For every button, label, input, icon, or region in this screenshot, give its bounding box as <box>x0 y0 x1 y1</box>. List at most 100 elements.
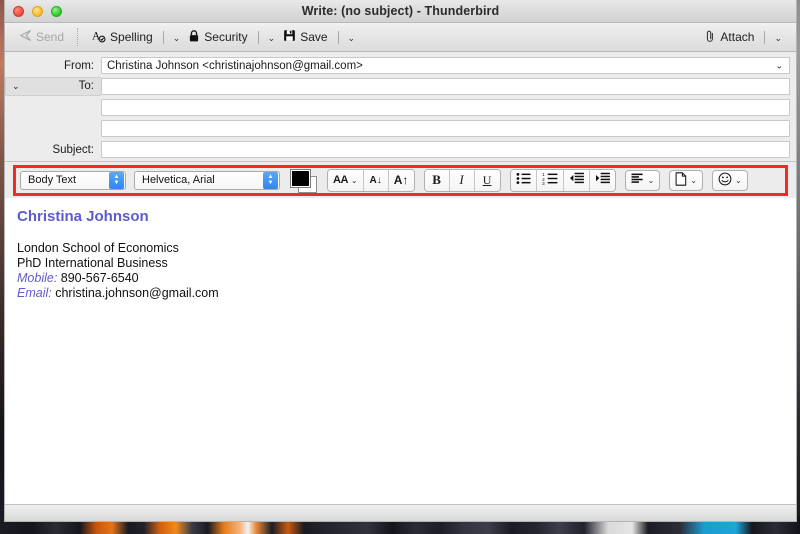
paragraph-style-dropdown[interactable]: Body Text ▲ ▼ <box>20 170 126 190</box>
font-size-chevron-down-icon: ⌄ <box>350 175 358 185</box>
spelling-label: Spelling <box>110 30 153 44</box>
increase-font-size-icon: A↑ <box>393 173 409 187</box>
signature-email-line: Email: christina.johnson@gmail.com <box>17 286 784 301</box>
to-type-selector[interactable]: ⌄ To: <box>5 77 101 96</box>
paragraph-style-stepper-icon: ▲ ▼ <box>109 171 124 189</box>
subject-input[interactable] <box>101 141 790 158</box>
save-button[interactable]: Save ⌄ <box>279 27 359 47</box>
decrease-font-size-button[interactable]: A↓ <box>363 169 389 191</box>
font-family-value: Helvetica, Arial <box>142 174 215 186</box>
attach-button[interactable]: Attach ⌄ <box>700 27 786 48</box>
close-button[interactable] <box>13 5 24 17</box>
subject-label: Subject: <box>52 143 94 156</box>
from-label: From: <box>63 59 94 72</box>
font-size-label: AA <box>333 174 348 186</box>
outdent-button[interactable] <box>563 169 590 191</box>
indent-button[interactable] <box>589 169 615 191</box>
paragraph-style-value: Body Text <box>28 174 77 186</box>
recipient-row-3 <box>5 119 796 138</box>
send-icon <box>19 29 32 45</box>
to-label: To: <box>78 80 94 92</box>
outdent-icon <box>569 172 584 188</box>
send-button[interactable]: Send <box>15 27 68 47</box>
security-button[interactable]: Security ⌄ <box>184 27 279 48</box>
zoom-button[interactable] <box>51 5 62 17</box>
bulleted-list-icon <box>516 172 531 188</box>
align-left-icon <box>631 173 645 188</box>
to-input[interactable] <box>101 78 790 95</box>
numbered-list-button[interactable]: 1 2 3 <box>536 169 564 191</box>
italic-button[interactable]: I <box>449 169 475 191</box>
align-chevron-down-icon: ⌄ <box>647 175 655 185</box>
from-row: From: Christina Johnson <christinajohnso… <box>5 56 796 75</box>
underline-button[interactable]: U <box>474 169 500 191</box>
status-bar <box>5 504 796 521</box>
message-body-editor[interactable]: Christina Johnson London School of Econo… <box>5 198 796 504</box>
save-disk-icon <box>283 29 296 45</box>
send-label: Send <box>36 30 65 44</box>
insert-dropdown-button[interactable]: ⌄ <box>669 169 703 191</box>
spelling-button[interactable]: A Spelling ⌄ <box>88 27 184 48</box>
attach-divider <box>764 30 766 44</box>
security-chevron-down-icon[interactable]: ⌄ <box>268 33 276 43</box>
numbered-list-icon: 1 2 3 <box>542 172 558 188</box>
indent-icon <box>595 172 610 188</box>
message-headers: From: Christina Johnson <christinajohnso… <box>5 52 796 162</box>
save-chevron-down-icon[interactable]: ⌄ <box>348 33 356 43</box>
to-row: ⌄ To: <box>5 77 796 96</box>
font-size-group: AA ⌄ A↓ A↑ <box>327 168 415 192</box>
decrease-font-size-icon: A↓ <box>369 174 382 186</box>
paperclip-icon <box>704 29 716 46</box>
bold-icon: B <box>432 172 441 187</box>
main-toolbar: Send A Spelling ⌄ Security ⌄ Save ⌄ Atta… <box>5 23 796 52</box>
lock-icon <box>188 29 200 46</box>
minimize-button[interactable] <box>32 5 43 17</box>
recipient2-input[interactable] <box>101 99 790 116</box>
subject-row: Subject: <box>5 140 796 159</box>
recipient-row-2 <box>5 98 796 117</box>
attach-chevron-down-icon[interactable]: ⌄ <box>774 33 782 43</box>
bold-button[interactable]: B <box>424 169 450 191</box>
font-family-dropdown[interactable]: Helvetica, Arial ▲ ▼ <box>134 170 280 190</box>
signature-mobile-label: Mobile: <box>17 271 58 285</box>
from-value: Christina Johnson <christinajohnson@gmai… <box>107 59 363 72</box>
emoji-dropdown-button[interactable]: ⌄ <box>712 169 748 191</box>
window-title: Write: (no subject) - Thunderbird <box>301 4 500 18</box>
format-toolbar-wrapper: Body Text ▲▼ Helvetica, Arial ▲▼ AA ⌄ <box>5 162 796 198</box>
svg-text:3: 3 <box>542 181 545 185</box>
signature-organization: London School of Economics <box>17 241 179 255</box>
text-style-group: B I U <box>423 168 501 192</box>
foreground-color-swatch[interactable] <box>290 168 311 188</box>
color-swatch-picker[interactable] <box>288 168 318 193</box>
format-toolbar-highlighted: Body Text ▲▼ Helvetica, Arial ▲▼ AA ⌄ <box>13 164 788 196</box>
underline-icon: U <box>482 172 492 187</box>
spelling-chevron-down-icon[interactable]: ⌄ <box>173 33 181 43</box>
signature-email-label: Email: <box>17 286 52 300</box>
signature-email-value: christina.johnson@gmail.com <box>55 286 219 300</box>
security-label: Security <box>204 30 248 44</box>
from-chevron-down-icon[interactable]: ⌄ <box>775 60 783 71</box>
signature-mobile-value: 890-567-6540 <box>60 271 139 285</box>
smiley-face-icon <box>718 172 732 189</box>
signature-title: PhD International Business <box>17 256 168 270</box>
from-field[interactable]: Christina Johnson <christinajohnson@gmai… <box>101 57 790 74</box>
bulleted-list-button[interactable] <box>510 169 537 191</box>
window-controls <box>13 5 62 17</box>
font-size-dropdown-button[interactable]: AA ⌄ <box>328 169 364 191</box>
title-bar[interactable]: Write: (no subject) - Thunderbird <box>5 0 796 23</box>
spellcheck-icon: A <box>92 29 106 46</box>
align-dropdown-button[interactable]: ⌄ <box>624 169 661 191</box>
compose-window: Write: (no subject) - Thunderbird Send A… <box>4 0 797 522</box>
save-label: Save <box>300 30 328 44</box>
signature-mobile-line: Mobile: 890-567-6540 <box>17 271 784 286</box>
emoji-chevron-down-icon: ⌄ <box>735 175 742 185</box>
italic-icon: I <box>459 172 464 187</box>
to-chevron-down-icon: ⌄ <box>12 81 20 91</box>
increase-font-size-button[interactable]: A↑ <box>388 169 414 191</box>
attach-label: Attach <box>720 30 755 44</box>
security-divider <box>257 30 259 44</box>
font-family-stepper-icon: ▲ ▼ <box>263 171 278 189</box>
insert-page-icon <box>675 171 687 189</box>
list-indent-group: 1 2 3 <box>509 168 616 192</box>
recipient3-input[interactable] <box>101 120 790 137</box>
